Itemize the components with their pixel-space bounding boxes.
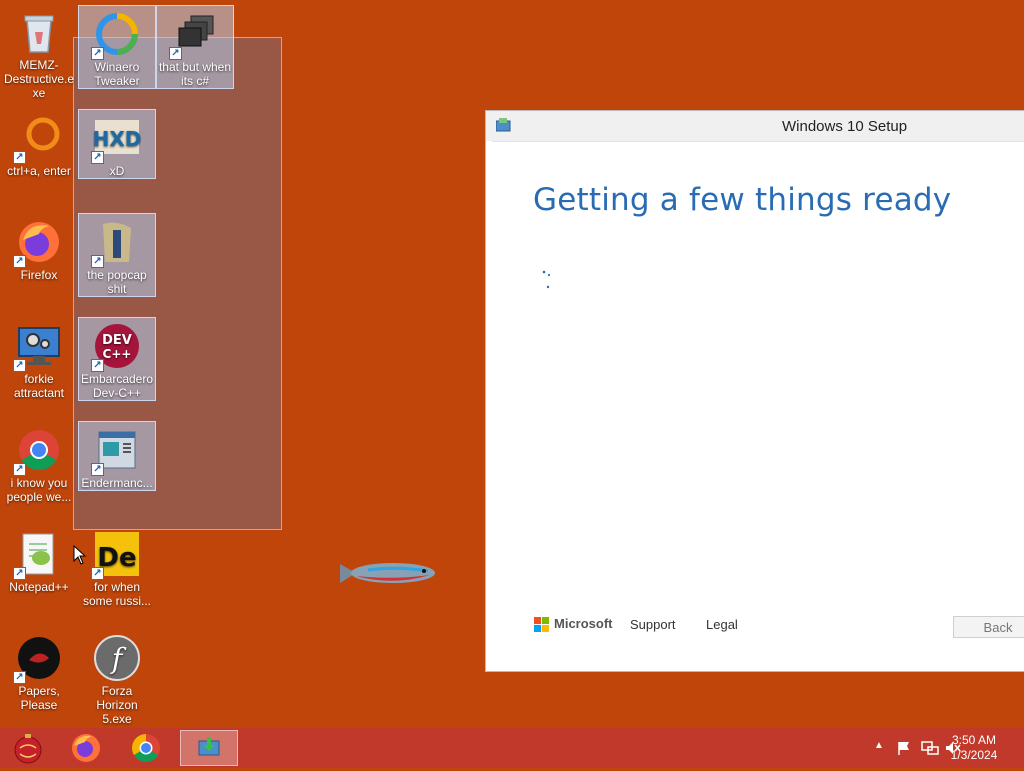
firefox-icon: ↗ — [13, 218, 63, 268]
desktop-icon-firefox[interactable]: ↗ Firefox — [1, 214, 77, 282]
setup-window-title: Windows 10 Setup — [782, 118, 908, 135]
desktop-icon-that-but-c-sharp[interactable]: ↗ that but when its c# — [156, 5, 234, 89]
desktop-icon-label: i know you people we... — [6, 476, 72, 504]
start-orb-icon — [14, 734, 42, 764]
desktop-icon-label: Winaero Tweaker — [94, 60, 140, 88]
setup-content: Getting a few things ready Microsoft Sup… — [492, 141, 1024, 665]
chrome-icon — [132, 734, 160, 762]
setup-app-icon — [198, 737, 220, 756]
desktop-icon-label: the popcap shit — [87, 268, 147, 296]
desktop-icon-forkie[interactable]: ↗ forkie attractant — [1, 318, 77, 400]
recycle-bin-icon — [15, 8, 63, 56]
desktop-icon-label: forkie attractant — [13, 372, 65, 400]
desktop-icon-popcap[interactable]: ↗ the popcap shit — [78, 213, 156, 297]
action-center-flag-icon[interactable] — [896, 740, 912, 756]
taskbar-clock[interactable]: 3:50 AM 1/3/2024 — [946, 733, 1002, 763]
svg-text:C++: C++ — [103, 347, 132, 361]
desktop-icon-xd[interactable]: HXD ↗ xD — [78, 109, 156, 179]
shortcut-arrow-icon: ↗ — [91, 567, 104, 580]
clock-date: 1/3/2024 — [950, 748, 998, 762]
desktop-icon-memz[interactable]: MEMZ-Destructive.exe — [1, 4, 77, 100]
ring-icon: ↗ — [13, 114, 63, 164]
desktop-icon-label: Forza Horizon 5.exe — [96, 684, 138, 726]
shortcut-arrow-icon: ↗ — [13, 671, 26, 684]
desktop-icon-chrome[interactable]: ↗ i know you people we... — [1, 422, 77, 504]
flash-icon: f — [93, 634, 141, 682]
desktop-icon-label: MEMZ-Destructive.exe — [3, 58, 75, 100]
setup-app-icon — [496, 118, 511, 132]
taskbar-firefox[interactable] — [62, 730, 110, 766]
desktop-icon-label: Papers, Please — [18, 684, 60, 712]
desktop-icon-label: ctrl+a, enter — [7, 164, 71, 178]
taskbar-chrome[interactable] — [122, 730, 170, 766]
svg-text:HXD: HXD — [93, 127, 141, 151]
shortcut-arrow-icon: ↗ — [91, 359, 104, 372]
microsoft-brand-text: Microsoft — [554, 616, 613, 631]
notepad-plus-plus-icon: ↗ — [13, 530, 63, 580]
support-link[interactable]: Support — [630, 617, 676, 632]
loading-spinner-icon — [542, 270, 551, 289]
desktop-icon-papers-please[interactable]: ↗ Papers, Please — [1, 630, 77, 712]
desktop-icon-notepadpp[interactable]: ↗ Notepad++ — [1, 526, 77, 594]
winaero-icon: ↗ — [91, 10, 141, 60]
desktop-icon-label: Embarcadero Dev-C++ — [80, 372, 154, 400]
desktop-icon-forza[interactable]: f Forza Horizon 5.exe — [79, 630, 155, 726]
window-app-icon: ↗ — [91, 426, 141, 476]
fish-desktop-pet-icon — [340, 563, 435, 583]
de-logo-icon: De ↗ — [91, 530, 141, 580]
desktop-icon-label: Firefox — [20, 268, 58, 282]
setup-titlebar[interactable]: Windows 10 Setup — [486, 111, 1024, 141]
popcap-icon: ↗ — [91, 218, 141, 268]
desktop-icon-label: xD — [109, 164, 125, 178]
firefox-icon — [72, 734, 100, 762]
taskbar-windows-setup[interactable] — [180, 730, 238, 766]
desktop-icon-endermanch[interactable]: ↗ Endermanc... — [78, 421, 156, 491]
hxd-icon: HXD ↗ — [91, 114, 141, 164]
monitor-gear-icon: ↗ — [13, 322, 63, 372]
taskbar: ▲ 3:50 AM 1/3/2024 — [0, 728, 1024, 768]
desktop-icon-ctrl-a-enter[interactable]: ↗ ctrl+a, enter — [1, 110, 77, 178]
mouse-cursor-icon — [73, 545, 87, 565]
desktop[interactable]: MEMZ-Destructive.exe ↗ ctrl+a, enter ↗ F… — [0, 0, 1024, 728]
legal-link[interactable]: Legal — [706, 617, 738, 632]
microsoft-logo-icon — [534, 617, 549, 632]
shortcut-arrow-icon: ↗ — [169, 47, 182, 60]
shortcut-arrow-icon: ↗ — [13, 255, 26, 268]
desktop-icon-label: Notepad++ — [9, 580, 69, 594]
svg-text:DEV: DEV — [102, 333, 132, 348]
dev-cpp-icon: DEV C++ ↗ — [91, 322, 141, 372]
shortcut-arrow-icon: ↗ — [13, 567, 26, 580]
shortcut-arrow-icon: ↗ — [91, 151, 104, 164]
shortcut-arrow-icon: ↗ — [13, 151, 26, 164]
setup-heading: Getting a few things ready — [533, 182, 952, 218]
clock-time: 3:50 AM — [951, 733, 997, 747]
desktop-icon-label: that but when its c# — [158, 60, 232, 88]
start-button[interactable] — [4, 730, 52, 766]
shortcut-arrow-icon: ↗ — [91, 255, 104, 268]
desktop-icon-label: for when some russi... — [82, 580, 151, 608]
desktop-icon-winaero[interactable]: ↗ Winaero Tweaker — [78, 5, 156, 89]
back-button[interactable]: Back — [953, 616, 1024, 638]
desktop-icon-russi[interactable]: De ↗ for when some russi... — [79, 526, 155, 608]
papers-please-icon: ↗ — [13, 634, 63, 684]
shortcut-arrow-icon: ↗ — [13, 359, 26, 372]
system-tray: ▲ 3:50 AM 1/3/2024 — [824, 728, 1024, 768]
shortcut-arrow-icon: ↗ — [91, 463, 104, 476]
desktop-icon-devcpp[interactable]: DEV C++ ↗ Embarcadero Dev-C++ — [78, 317, 156, 401]
desktop-icon-label: Endermanc... — [81, 476, 153, 490]
show-hidden-icons-icon[interactable]: ▲ — [874, 740, 884, 751]
chrome-icon: ↗ — [13, 426, 63, 476]
windows-setup-window[interactable]: Windows 10 Setup Getting a few things re… — [485, 110, 1024, 672]
network-icon[interactable] — [921, 740, 939, 756]
microsoft-logo: Microsoft — [534, 616, 624, 634]
shortcut-arrow-icon: ↗ — [13, 463, 26, 476]
stacked-windows-icon: ↗ — [169, 10, 219, 60]
shortcut-arrow-icon: ↗ — [91, 47, 104, 60]
